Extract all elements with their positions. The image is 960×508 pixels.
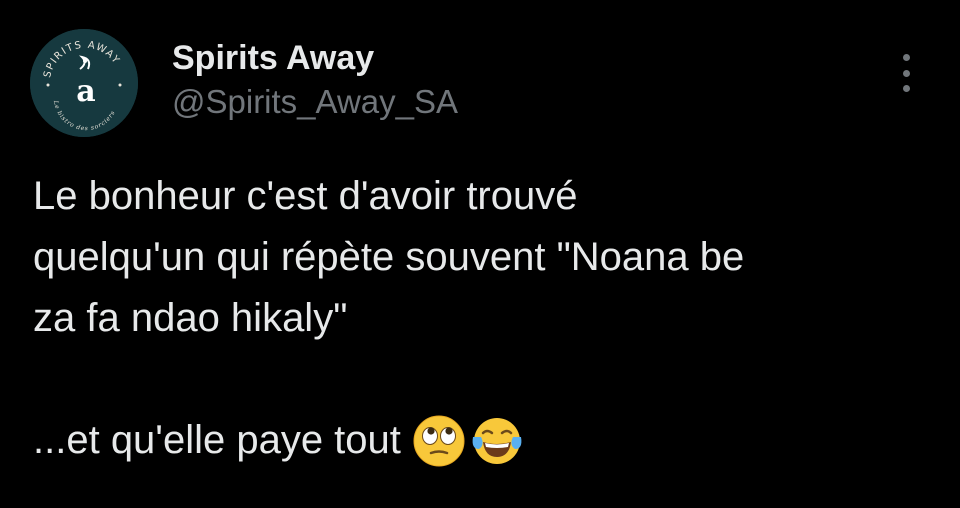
avatar[interactable]: SPIRITS AWAY Le bistro des sorciers a xyxy=(30,29,138,137)
tweet-line: quelqu'un qui répète souvent "Noana be xyxy=(33,235,745,279)
tweet-last-line: ...et qu'elle paye tout xyxy=(33,410,933,471)
tweet-line: ...et qu'elle paye tout xyxy=(33,418,401,462)
eye-roll-emoji xyxy=(413,415,465,466)
tweet-line: za fa ndao hikaly" xyxy=(33,296,348,340)
tears-of-joy-emoji xyxy=(472,417,522,464)
tweet-line: Le bonheur c'est d'avoir trouvé xyxy=(33,174,578,218)
avatar-letter: a xyxy=(76,74,95,109)
author-block: Spirits Away @Spirits_Away_SA xyxy=(172,38,458,122)
spirits-away-logo-icon: SPIRITS AWAY Le bistro des sorciers a xyxy=(30,29,138,137)
more-options-button[interactable] xyxy=(893,54,919,92)
more-vertical-icon xyxy=(902,54,910,61)
more-vertical-icon-dot xyxy=(902,85,910,92)
tweet-text: Le bonheur c'est d'avoir trouvé quelqu'u… xyxy=(33,166,933,471)
author-handle[interactable]: @Spirits_Away_SA xyxy=(172,82,458,122)
more-vertical-icon-dot xyxy=(902,69,910,77)
tweet-card: SPIRITS AWAY Le bistro des sorciers a Sp… xyxy=(0,0,960,508)
author-display-name[interactable]: Spirits Away xyxy=(172,38,458,78)
